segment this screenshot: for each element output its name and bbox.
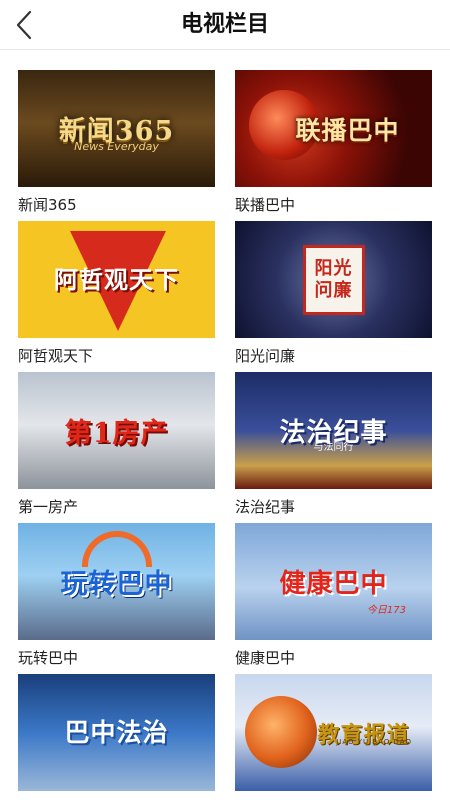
program-name: 联播巴中 (235, 196, 296, 214)
program-name (235, 791, 432, 800)
program-thumbnail: 健康巴中 今日173 (235, 523, 432, 640)
thumbnail-title: 巴中法治 (64, 717, 169, 747)
program-thumbnail: 阳光问廉 (235, 221, 432, 338)
thumbnail-title: 健康巴中 (279, 569, 388, 599)
thumbnail-title: 阳光问廉 (314, 257, 353, 301)
thumbnail-subtitle: News Everyday (74, 140, 159, 153)
program-thumbnail: 法治纪事 与法同行 (235, 372, 432, 489)
program-card-diyi-fangchan[interactable]: 第1房产 第一房产 (18, 372, 215, 523)
program-card-yangguang-wenlian[interactable]: 阳光问廉 阳光问廉 (235, 221, 432, 372)
thumbnail-subtitle: 今日173 (366, 605, 406, 616)
program-card-wanzhuan-bazhong[interactable]: 玩转巴中 玩转巴中 (18, 523, 215, 674)
program-thumbnail: 玩转巴中 (18, 523, 215, 640)
program-name: 第一房产 (18, 498, 79, 516)
program-thumbnail: 教育报道 JIAO YU BAO DAO (235, 674, 432, 791)
navigation-bar: 电视栏目 (0, 0, 450, 50)
page-title: 电视栏目 (180, 12, 269, 37)
thumbnail-subtitle: 与法同行 (313, 442, 354, 453)
program-card-fazhi-jishi[interactable]: 法治纪事 与法同行 法治纪事 (235, 372, 432, 523)
program-thumbnail: 阿哲观天下 (18, 221, 215, 338)
program-card-news365[interactable]: 新闻365 News Everyday 新闻365 (18, 70, 215, 221)
program-name: 健康巴中 (235, 649, 296, 667)
program-grid: 新闻365 News Everyday 新闻365 联播巴中 联播巴中 阿哲观天… (18, 70, 432, 800)
thumbnail-title: 阿哲观天下 (54, 264, 179, 294)
program-name: 法治纪事 (235, 498, 296, 516)
program-name (18, 791, 215, 800)
program-thumbnail: 联播巴中 (235, 70, 432, 187)
program-card-bazhong-fazhi[interactable]: 巴中法治 (18, 674, 215, 800)
thumbnail-subtitle: JIAO YU BAO DAO (336, 738, 412, 746)
program-card-lianbo-bazhong[interactable]: 联播巴中 联播巴中 (235, 70, 432, 221)
program-thumbnail: 第1房产 (18, 372, 215, 489)
thumbnail-title: 联播巴中 (295, 115, 400, 145)
thumbnail-title: 玩转巴中 (60, 569, 173, 600)
program-name: 阿哲观天下 (18, 347, 94, 365)
program-thumbnail: 新闻365 News Everyday (18, 70, 215, 187)
program-card-jiaoyu-baodao[interactable]: 教育报道 JIAO YU BAO DAO (235, 674, 432, 800)
seal-graphic: 阳光问廉 (302, 244, 365, 315)
program-name: 玩转巴中 (18, 649, 79, 667)
program-card-azhe[interactable]: 阿哲观天下 阿哲观天下 (18, 221, 215, 372)
globe-graphic (245, 696, 317, 768)
program-thumbnail: 巴中法治 (18, 674, 215, 791)
thumbnail-title: 第1房产 (64, 418, 169, 449)
program-card-jiankang-bazhong[interactable]: 健康巴中 今日173 健康巴中 (235, 523, 432, 674)
program-name: 阳光问廉 (235, 347, 296, 365)
program-name: 新闻365 (18, 196, 77, 214)
